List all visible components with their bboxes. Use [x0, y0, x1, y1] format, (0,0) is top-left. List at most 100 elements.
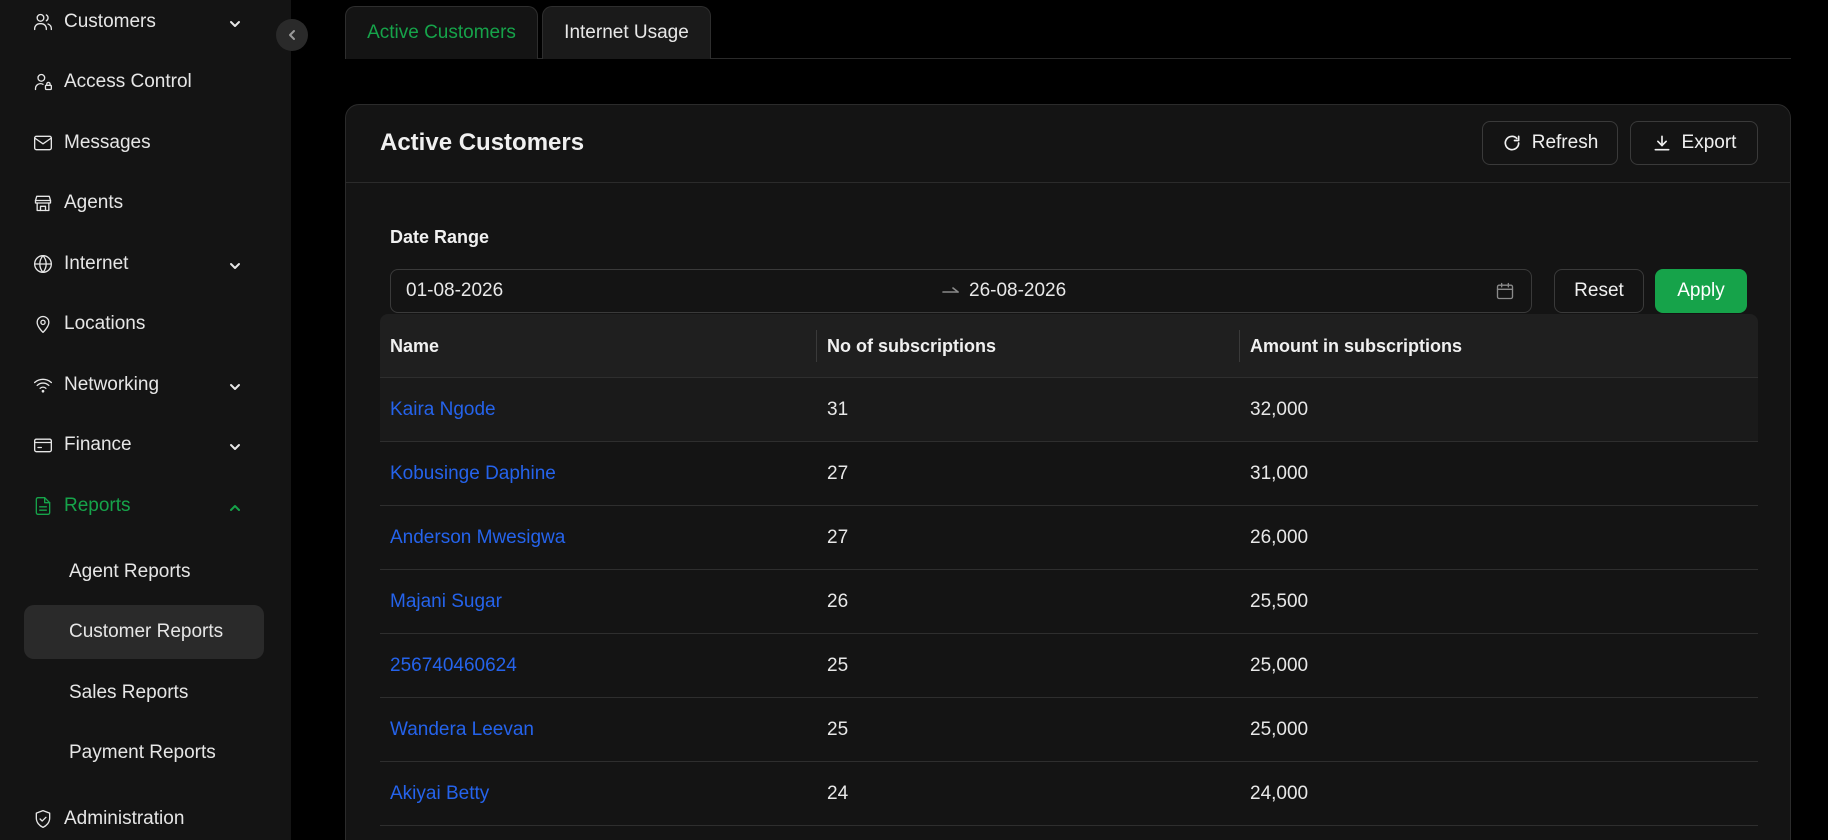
table-row: Kaira Ngode 31 32,000 — [380, 378, 1758, 442]
sidebar-collapse-button[interactable] — [276, 19, 308, 51]
column-divider — [816, 330, 817, 362]
end-date-input[interactable]: 26-08-2026 — [969, 280, 1066, 302]
card-header: Active Customers Refresh Export — [346, 105, 1790, 183]
sidebar-item-label: Internet — [64, 253, 129, 274]
customer-name-link[interactable]: Kobusinge Daphine — [390, 442, 556, 506]
tab-internet-usage[interactable]: Internet Usage — [542, 6, 711, 59]
sidebar-item-label: Agents — [64, 192, 124, 213]
sidebar-item-internet[interactable]: Internet — [24, 242, 264, 286]
tab-label: Active Customers — [367, 22, 516, 43]
subscriptions-count: 25 — [827, 655, 849, 676]
table-header: Name No of subscriptions Amount in subsc… — [380, 314, 1758, 378]
store-icon — [32, 192, 54, 214]
date-range-picker[interactable]: 01-08-2026 26-08-2026 — [390, 269, 1532, 313]
subscriptions-amount: 31,000 — [1250, 463, 1309, 484]
reset-button[interactable]: Reset — [1554, 269, 1644, 313]
column-divider — [1239, 330, 1240, 362]
map-pin-icon — [32, 313, 54, 335]
sidebar-item-access-control[interactable]: Access Control — [24, 60, 264, 104]
wifi-icon — [32, 374, 54, 396]
sidebar-item-label: Administration — [64, 808, 185, 829]
chevron-down-icon — [228, 378, 242, 392]
sidebar-item-reports[interactable]: Reports — [24, 484, 264, 528]
column-header-amount[interactable]: Amount in subscriptions — [1250, 314, 1462, 378]
chevron-up-icon — [228, 499, 242, 513]
subscriptions-amount: 24,000 — [1250, 783, 1309, 804]
users-icon — [32, 11, 54, 33]
sidebar-item-label: Access Control — [64, 71, 192, 92]
refresh-button[interactable]: Refresh — [1482, 121, 1618, 165]
table-row: Anderson Mwesigwa 27 26,000 — [380, 506, 1758, 570]
report-card: Active Customers Refresh Export Date Ran… — [345, 104, 1791, 840]
table-row: Akiyai Betty 24 24,000 — [380, 762, 1758, 826]
column-header-name[interactable]: Name — [390, 314, 439, 378]
subscriptions-amount: 26,000 — [1250, 527, 1309, 548]
sidebar-item-label: Networking — [64, 374, 160, 395]
subscriptions-amount: 32,000 — [1250, 399, 1309, 420]
sidebar-item-locations[interactable]: Locations — [24, 302, 264, 346]
wallet-icon — [32, 434, 54, 456]
customer-name-link[interactable]: Wandera Leevan — [390, 698, 534, 762]
subscriptions-count: 26 — [827, 591, 849, 612]
table-row: Wandera Leevan 25 25,000 — [380, 698, 1758, 762]
sidebar-subitem-label: Customer Reports — [69, 621, 224, 642]
date-range-label: Date Range — [390, 227, 490, 247]
apply-button[interactable]: Apply — [1655, 269, 1747, 313]
tab-active-customers[interactable]: Active Customers — [345, 6, 538, 59]
export-button[interactable]: Export — [1630, 121, 1758, 165]
export-label: Export — [1681, 132, 1737, 153]
refresh-icon — [1504, 135, 1520, 151]
subscriptions-count: 27 — [827, 527, 849, 548]
customers-table: Name No of subscriptions Amount in subsc… — [380, 314, 1758, 826]
user-lock-icon — [32, 71, 54, 93]
download-icon — [1654, 135, 1670, 151]
mail-icon — [32, 132, 54, 154]
chevron-down-icon — [228, 257, 242, 271]
tab-label: Internet Usage — [564, 22, 689, 43]
sidebar-item-label: Customers — [64, 11, 156, 32]
subscriptions-amount: 25,000 — [1250, 655, 1309, 676]
sidebar-item-label: Messages — [64, 132, 151, 153]
customer-name-link[interactable]: 256740460624 — [390, 634, 517, 698]
subscriptions-count: 25 — [827, 719, 849, 740]
card-title: Active Customers — [380, 129, 585, 156]
table-row: Majani Sugar 26 25,500 — [380, 570, 1758, 634]
subscriptions-count: 31 — [827, 399, 849, 420]
sidebar-subitem-customer-reports[interactable]: Customer Reports — [24, 605, 264, 659]
shield-icon — [32, 808, 54, 830]
subscriptions-count: 27 — [827, 463, 849, 484]
sidebar-subitem-label: Payment Reports — [69, 742, 216, 763]
sidebar-item-agents[interactable]: Agents — [24, 181, 264, 225]
sidebar-item-label: Finance — [64, 434, 132, 455]
calendar-icon[interactable] — [1495, 281, 1515, 301]
sidebar-item-label: Locations — [64, 313, 146, 334]
sidebar-subitem-sales-reports[interactable]: Sales Reports — [24, 666, 264, 720]
sidebar-item-finance[interactable]: Finance — [24, 423, 264, 467]
table-row: Kobusinge Daphine 27 31,000 — [380, 442, 1758, 506]
customer-name-link[interactable]: Akiyai Betty — [390, 762, 489, 826]
customer-name-link[interactable]: Anderson Mwesigwa — [390, 506, 565, 570]
column-header-subscriptions[interactable]: No of subscriptions — [827, 314, 996, 378]
app-root: Customers Access Control Messages Agents — [0, 0, 1828, 840]
sidebar-subitem-label: Agent Reports — [69, 561, 191, 582]
globe-icon — [32, 253, 54, 275]
subscriptions-amount: 25,500 — [1250, 591, 1309, 612]
sidebar-subitem-agent-reports[interactable]: Agent Reports — [24, 545, 264, 599]
sidebar-item-label: Reports — [64, 495, 131, 516]
chevron-down-icon — [228, 15, 242, 29]
start-date-input[interactable]: 01-08-2026 — [406, 280, 503, 302]
chevron-down-icon — [228, 438, 242, 452]
subscriptions-count: 24 — [827, 783, 849, 804]
customer-name-link[interactable]: Majani Sugar — [390, 570, 502, 634]
customer-name-link[interactable]: Kaira Ngode — [390, 378, 496, 442]
chevron-left-icon — [289, 30, 295, 40]
file-icon — [32, 495, 54, 517]
arrow-right-icon — [941, 285, 961, 297]
sidebar-item-messages[interactable]: Messages — [24, 121, 264, 165]
refresh-label: Refresh — [1531, 132, 1599, 153]
sidebar-item-networking[interactable]: Networking — [24, 363, 264, 407]
sidebar-subitem-payment-reports[interactable]: Payment Reports — [24, 726, 264, 780]
sidebar-item-administration[interactable]: Administration — [24, 797, 264, 840]
sidebar-item-customers[interactable]: Customers — [24, 0, 264, 44]
subscriptions-amount: 25,000 — [1250, 719, 1309, 740]
